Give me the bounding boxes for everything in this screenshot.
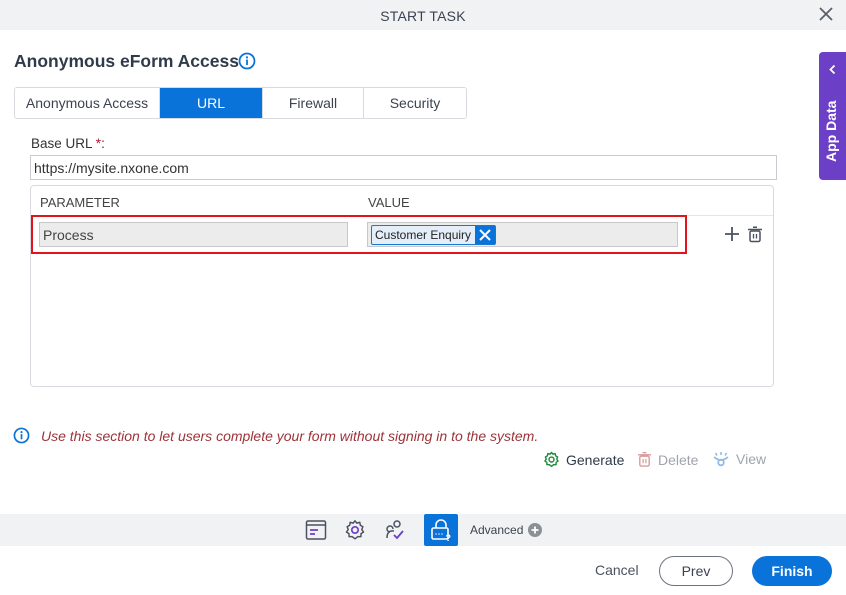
trash-icon	[637, 451, 652, 467]
svg-text:?: ?	[446, 533, 452, 542]
lock-question-icon: ?	[431, 519, 452, 542]
gear-icon	[544, 451, 559, 468]
title-bar: START TASK	[0, 0, 846, 30]
generate-button[interactable]: Generate	[543, 451, 624, 468]
plus-circle-icon	[528, 523, 543, 537]
user-check-icon	[386, 520, 404, 540]
form-toolbar-button[interactable]	[299, 514, 333, 546]
chevron-left-icon	[829, 64, 836, 75]
info-icon[interactable]	[238, 52, 256, 70]
bottom-toolbar	[0, 514, 846, 546]
value-token: Customer Enquiry	[371, 225, 497, 245]
close-icon[interactable]	[818, 6, 834, 22]
base-url-input[interactable]	[30, 155, 777, 180]
column-header-value: VALUE	[368, 195, 410, 210]
generate-label: Generate	[566, 451, 625, 468]
tab-firewall[interactable]: Firewall	[263, 88, 364, 118]
form-window-icon	[305, 520, 327, 540]
tab-security[interactable]: Security	[364, 88, 466, 118]
base-url-label: Base URL *:	[31, 136, 105, 151]
view-button[interactable]: View	[712, 451, 766, 467]
advanced-toolbar-button[interactable]: Advanced	[470, 523, 543, 537]
delete-row-icon[interactable]	[747, 226, 763, 243]
value-token-label: Customer Enquiry	[375, 228, 472, 242]
tab-bar: Anonymous Access URL Firewall Security	[14, 87, 467, 119]
page-title: Anonymous eForm Access	[14, 51, 239, 71]
parameter-field[interactable]: Process	[39, 222, 348, 247]
app-data-panel-toggle[interactable]: App Data	[819, 52, 846, 180]
tab-anonymous-access[interactable]: Anonymous Access	[15, 88, 160, 118]
app-data-label: App Data	[823, 100, 839, 162]
prev-button[interactable]: Prev	[659, 556, 733, 586]
eye-icon	[713, 452, 729, 467]
gear-icon	[345, 520, 365, 540]
label-colon: :	[101, 136, 105, 151]
close-icon	[479, 229, 491, 241]
base-url-label-text: Base URL	[31, 136, 93, 151]
delete-label: Delete	[658, 451, 699, 468]
advanced-label: Advanced	[470, 523, 524, 537]
finish-button[interactable]: Finish	[752, 556, 832, 586]
anonymous-access-toolbar-button[interactable]: ?	[424, 514, 458, 546]
settings-toolbar-button[interactable]	[338, 514, 372, 546]
info-icon	[13, 427, 30, 444]
tab-url[interactable]: URL	[160, 88, 263, 118]
delete-button[interactable]: Delete	[637, 451, 698, 468]
column-header-parameter: PARAMETER	[40, 195, 120, 210]
remove-token-button[interactable]	[475, 226, 496, 244]
add-row-icon[interactable]	[724, 226, 740, 242]
participants-toolbar-button[interactable]	[378, 514, 412, 546]
info-note: Use this section to let users complete y…	[41, 428, 539, 444]
grid-header: PARAMETER VALUE	[31, 186, 773, 216]
cancel-button[interactable]: Cancel	[595, 562, 639, 578]
view-label: View	[736, 451, 767, 467]
window-title: START TASK	[380, 8, 466, 24]
value-field[interactable]: Customer Enquiry	[367, 222, 678, 247]
